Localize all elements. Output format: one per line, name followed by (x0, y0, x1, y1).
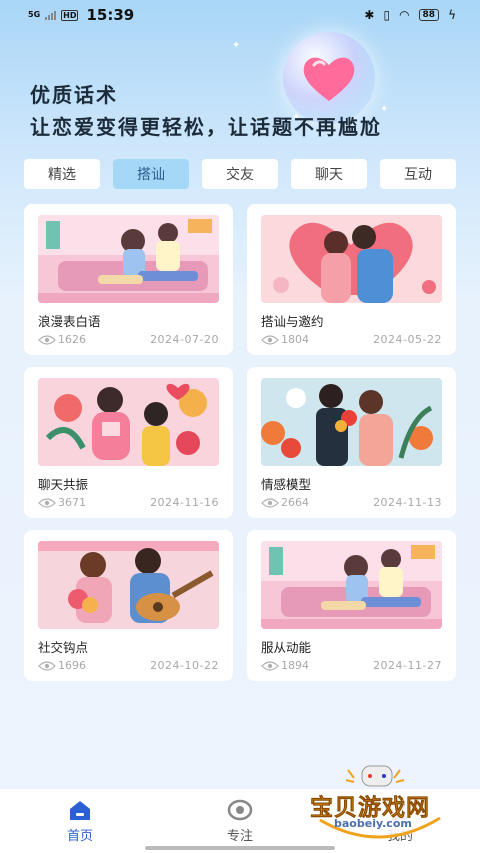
card-title: 社交钩点 (38, 640, 89, 655)
topic-card[interactable]: 情感模型 2664 2024-11-13 (247, 367, 456, 518)
view-count-value: 2664 (281, 496, 309, 509)
view-count: 2664 (261, 496, 309, 509)
home-icon (70, 801, 90, 820)
bluetooth-icon: ✱ (364, 8, 375, 22)
card-title: 服从动能 (261, 640, 312, 655)
view-count-value: 1804 (281, 333, 309, 346)
topic-grid: 浪漫表白语 1626 2024-07-20 搭讪与邀约 1804 2024-05… (24, 204, 456, 681)
signal-icon (45, 10, 57, 20)
card-thumbnail (38, 541, 219, 629)
topic-card[interactable]: 聊天共振 3671 2024-11-16 (24, 367, 233, 518)
publish-date: 2024-11-16 (150, 496, 219, 509)
card-title: 搭讪与邀约 (261, 314, 324, 329)
card-thumbnail (261, 378, 442, 466)
topic-card[interactable]: 社交钩点 1696 2024-10-22 (24, 530, 233, 681)
eye-icon (38, 334, 56, 345)
topic-card[interactable]: 搭讪与邀约 1804 2024-05-22 (247, 204, 456, 355)
hd-badge: HD (61, 9, 79, 21)
card-thumbnail (38, 215, 219, 303)
publish-date: 2024-11-27 (373, 659, 442, 672)
headline: 优质话术 让恋爱变得更轻松，让话题不再尴尬 (30, 80, 470, 142)
battery-icon: 88 (418, 9, 440, 21)
sparkle-icon: ✦ (232, 40, 241, 51)
view-count-value: 1696 (58, 659, 86, 672)
nav-home[interactable]: 首页 (35, 799, 125, 844)
tab-chat[interactable]: 聊天 (291, 159, 367, 189)
card-title: 聊天共振 (38, 477, 89, 492)
headline-title: 优质话术 (30, 83, 118, 107)
publish-date: 2024-11-13 (373, 496, 442, 509)
eye-icon (38, 497, 56, 508)
view-count: 1696 (38, 659, 86, 672)
publish-date: 2024-10-22 (150, 659, 219, 672)
view-count-value: 3671 (58, 496, 86, 509)
status-bar: 5G HD 15:39 ✱ ▯ ◠ 88 ϟ (0, 0, 480, 30)
view-count-value: 1894 (281, 659, 309, 672)
watermark-logo: 宝贝游戏网 baobeiy.com (300, 760, 450, 840)
headline-subtitle: 让恋爱变得更轻松，让话题不再尴尬 (30, 115, 382, 139)
card-thumbnail (261, 215, 442, 303)
card-thumbnail (261, 541, 442, 629)
card-title: 浪漫表白语 (38, 314, 101, 329)
tab-dating[interactable]: 交友 (202, 159, 278, 189)
nav-home-label: 首页 (66, 829, 93, 844)
view-count: 1804 (261, 333, 309, 346)
topic-card[interactable]: 浪漫表白语 1626 2024-07-20 (24, 204, 233, 355)
view-count: 1894 (261, 659, 309, 672)
view-count-value: 1626 (58, 333, 86, 346)
eye-icon (261, 497, 279, 508)
view-count: 3671 (38, 496, 86, 509)
category-tabs: 精选 搭讪 交友 聊天 互动 (24, 159, 456, 189)
card-title: 情感模型 (261, 477, 312, 492)
eye-icon (261, 660, 279, 671)
clock: 15:39 (86, 6, 135, 24)
publish-date: 2024-07-20 (150, 333, 219, 346)
focus-icon (227, 799, 253, 821)
tab-chat-up[interactable]: 搭讪 (113, 159, 189, 189)
nav-focus[interactable]: 专注 (195, 799, 285, 844)
tab-featured[interactable]: 精选 (24, 159, 100, 189)
vibrate-icon: ▯ (383, 8, 391, 22)
charging-icon: ϟ (448, 8, 456, 22)
wifi-icon: ◠ (399, 8, 410, 22)
network-indicator: 5G (28, 10, 41, 19)
nav-focus-label: 专注 (226, 829, 253, 844)
publish-date: 2024-05-22 (373, 333, 442, 346)
eye-icon (261, 334, 279, 345)
watermark-url: baobeiy.com (334, 817, 412, 830)
eye-icon (38, 660, 56, 671)
view-count: 1626 (38, 333, 86, 346)
tab-interaction[interactable]: 互动 (380, 159, 456, 189)
home-indicator[interactable] (145, 846, 335, 850)
topic-card[interactable]: 服从动能 1894 2024-11-27 (247, 530, 456, 681)
card-thumbnail (38, 378, 219, 466)
